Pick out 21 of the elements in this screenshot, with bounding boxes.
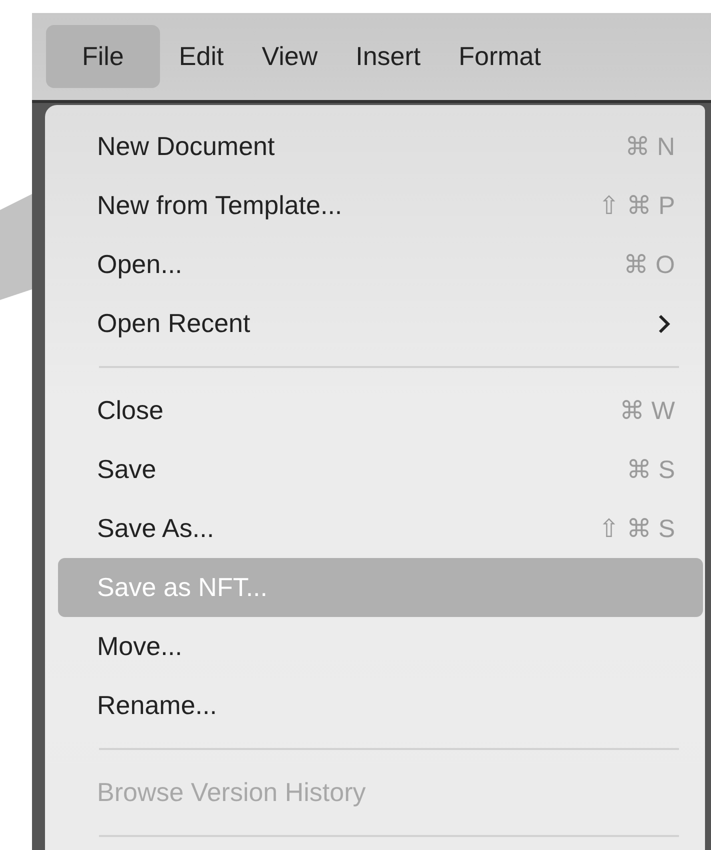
shortcut-label: ⌘ W [619,396,675,426]
menu-item[interactable]: Open... ⌘ O [58,235,703,294]
shortcut-label: ⇧ ⌘ P [598,190,675,220]
shortcut-label: ⌘ N [625,132,675,162]
menu-item[interactable]: Close ⌘ W [58,381,703,440]
shortcut-label: ⌘ S [626,454,675,484]
menu-bar-item[interactable]: Insert [336,25,440,88]
shortcut-label: ⇧ ⌘ S [598,514,675,544]
chevron-icon [657,312,671,334]
menu-bar-item[interactable]: File [46,25,160,88]
menu-item[interactable]: Save ⌘ S [58,440,703,499]
menu-item[interactable]: New from Template... ⇧ ⌘ P [58,176,703,235]
menu-bar-item[interactable]: Edit [160,25,243,88]
menu-item[interactable]: New Document ⌘ N [58,117,703,176]
menu-item[interactable]: Open Recent [58,294,703,353]
menu-item[interactable]: Move... [58,617,703,676]
menu-bar-item[interactable]: View [242,25,337,88]
menu-bar-item[interactable]: Format [440,25,560,88]
menu-item[interactable]: Save As... ⇧ ⌘ S [58,499,703,558]
shortcut-label: ⌘ O [624,250,675,280]
menu-item[interactable]: Rename... [58,676,703,735]
